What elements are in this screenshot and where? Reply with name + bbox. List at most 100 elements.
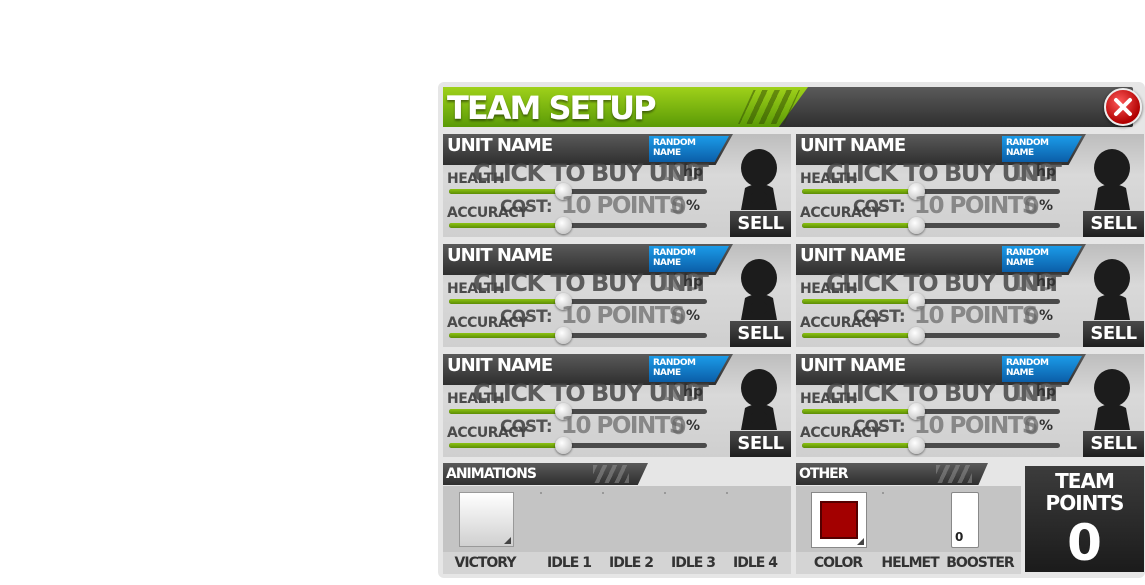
dialog-title: TEAM SETUP bbox=[447, 89, 657, 127]
team-points-label: TEAM POINTS bbox=[1025, 470, 1144, 514]
cost-value: 10 POINTS bbox=[561, 413, 685, 439]
unit-card[interactable]: UNIT NAME RANDOM NAME HEALTH ACCURACY CL… bbox=[443, 354, 791, 457]
team-points-value: 0 bbox=[1067, 514, 1102, 572]
unit-name[interactable]: UNIT NAME bbox=[447, 135, 553, 157]
animation-slot-idle3[interactable] bbox=[664, 492, 666, 494]
header-stripes bbox=[936, 465, 972, 483]
health-slider-fill bbox=[449, 409, 563, 414]
color-picker[interactable] bbox=[811, 492, 867, 548]
unit-name[interactable]: UNIT NAME bbox=[447, 355, 553, 377]
team-points-label-line1: TEAM bbox=[1055, 469, 1115, 493]
sell-button[interactable]: SELL bbox=[1083, 211, 1144, 237]
accuracy-unit: % bbox=[686, 418, 701, 434]
accuracy-slider-thumb[interactable] bbox=[554, 437, 572, 454]
unit-name[interactable]: UNIT NAME bbox=[800, 355, 906, 377]
other-title: OTHER bbox=[799, 466, 849, 482]
team-points-label-line2: POINTS bbox=[1045, 491, 1125, 515]
health-unit: hp bbox=[683, 164, 703, 180]
close-icon bbox=[1114, 98, 1132, 116]
cost-label: COST: bbox=[853, 417, 906, 437]
animation-label: IDLE 1 bbox=[547, 555, 592, 571]
accuracy-value: 0 bbox=[671, 195, 686, 220]
random-name-label: RANDOM NAME bbox=[653, 138, 696, 158]
other-header: OTHER bbox=[796, 463, 988, 485]
header-stripes bbox=[593, 465, 629, 483]
cost-label: COST: bbox=[500, 417, 553, 437]
animations-title: ANIMATIONS bbox=[446, 466, 537, 482]
close-button[interactable] bbox=[1104, 88, 1142, 126]
cost-label: COST: bbox=[500, 197, 553, 217]
accuracy-slider[interactable] bbox=[449, 437, 707, 454]
accuracy-unit: % bbox=[686, 308, 701, 324]
random-name-label: RANDOM NAME bbox=[653, 248, 696, 268]
accuracy-slider-thumb[interactable] bbox=[907, 437, 925, 454]
unit-name[interactable]: UNIT NAME bbox=[800, 245, 906, 267]
unit-card[interactable]: UNIT NAME RANDOM NAME HEALTH ACCURACY CL… bbox=[443, 134, 791, 237]
unit-card[interactable]: UNIT NAME RANDOM NAME HEALTH ACCURACY CL… bbox=[443, 244, 791, 347]
silhouette-icon bbox=[1094, 259, 1130, 320]
sell-button[interactable]: SELL bbox=[730, 321, 791, 347]
accuracy-value: 0 bbox=[1024, 305, 1039, 330]
other-label: BOOSTER bbox=[946, 555, 1014, 571]
health-slider-fill bbox=[802, 299, 916, 304]
health-unit: hp bbox=[683, 274, 703, 290]
animation-label: VICTORY bbox=[454, 555, 517, 571]
accuracy-value: 0 bbox=[1024, 415, 1039, 440]
booster-value: 0 bbox=[955, 530, 964, 544]
accuracy-unit: % bbox=[1039, 308, 1054, 324]
cost-label: COST: bbox=[500, 307, 553, 327]
color-swatch bbox=[820, 501, 858, 539]
accuracy-slider-fill bbox=[802, 333, 916, 338]
health-slider-fill bbox=[802, 409, 916, 414]
accuracy-value: 0 bbox=[1024, 195, 1039, 220]
sell-button[interactable]: SELL bbox=[730, 431, 791, 457]
unit-card[interactable]: UNIT NAME RANDOM NAME HEALTH ACCURACY CL… bbox=[796, 134, 1144, 237]
unit-card[interactable]: UNIT NAME RANDOM NAME HEALTH ACCURACY CL… bbox=[796, 244, 1144, 347]
accuracy-slider-fill bbox=[802, 443, 916, 448]
silhouette-icon bbox=[1094, 149, 1130, 210]
unit-name[interactable]: UNIT NAME bbox=[800, 135, 906, 157]
sell-button[interactable]: SELL bbox=[1083, 321, 1144, 347]
silhouette-icon bbox=[741, 369, 777, 430]
animations-header: ANIMATIONS bbox=[443, 463, 648, 485]
animation-slot-idle2[interactable] bbox=[602, 492, 604, 494]
random-name-label: RANDOM NAME bbox=[1006, 358, 1049, 378]
silhouette-icon bbox=[741, 149, 777, 210]
accuracy-slider-fill bbox=[449, 333, 563, 338]
accuracy-slider[interactable] bbox=[802, 437, 1060, 454]
animation-label: IDLE 3 bbox=[671, 555, 716, 571]
accuracy-slider[interactable] bbox=[802, 327, 1060, 344]
health-unit: hp bbox=[683, 384, 703, 400]
accuracy-slider[interactable] bbox=[449, 327, 707, 344]
sell-button[interactable]: SELL bbox=[730, 211, 791, 237]
accuracy-slider-thumb[interactable] bbox=[907, 217, 925, 234]
accuracy-slider-thumb[interactable] bbox=[554, 217, 572, 234]
sell-button[interactable]: SELL bbox=[1083, 431, 1144, 457]
silhouette-icon bbox=[741, 259, 777, 320]
accuracy-slider[interactable] bbox=[802, 217, 1060, 234]
helmet-slot[interactable] bbox=[882, 492, 884, 494]
accuracy-slider-fill bbox=[449, 223, 563, 228]
cost-value: 10 POINTS bbox=[914, 413, 1038, 439]
cost-value: 10 POINTS bbox=[914, 303, 1038, 329]
animation-slot-idle4[interactable] bbox=[726, 492, 728, 494]
cost-label: COST: bbox=[853, 307, 906, 327]
health-unit: hp bbox=[1036, 274, 1056, 290]
animation-slot-victory[interactable] bbox=[459, 492, 514, 547]
accuracy-slider[interactable] bbox=[449, 217, 707, 234]
health-slider-fill bbox=[449, 299, 563, 304]
cost-value: 10 POINTS bbox=[561, 193, 685, 219]
health-unit: hp bbox=[1036, 384, 1056, 400]
animation-slot-idle1[interactable] bbox=[540, 492, 542, 494]
unit-name[interactable]: UNIT NAME bbox=[447, 245, 553, 267]
booster-slot[interactable]: 0 bbox=[951, 492, 979, 548]
accuracy-unit: % bbox=[1039, 198, 1054, 214]
accuracy-slider-thumb[interactable] bbox=[554, 327, 572, 344]
unit-card[interactable]: UNIT NAME RANDOM NAME HEALTH ACCURACY CL… bbox=[796, 354, 1144, 457]
accuracy-value: 0 bbox=[671, 415, 686, 440]
cost-value: 10 POINTS bbox=[914, 193, 1038, 219]
accuracy-slider-thumb[interactable] bbox=[907, 327, 925, 344]
accuracy-slider-fill bbox=[449, 443, 563, 448]
health-slider-fill bbox=[802, 189, 916, 194]
accuracy-value: 0 bbox=[671, 305, 686, 330]
